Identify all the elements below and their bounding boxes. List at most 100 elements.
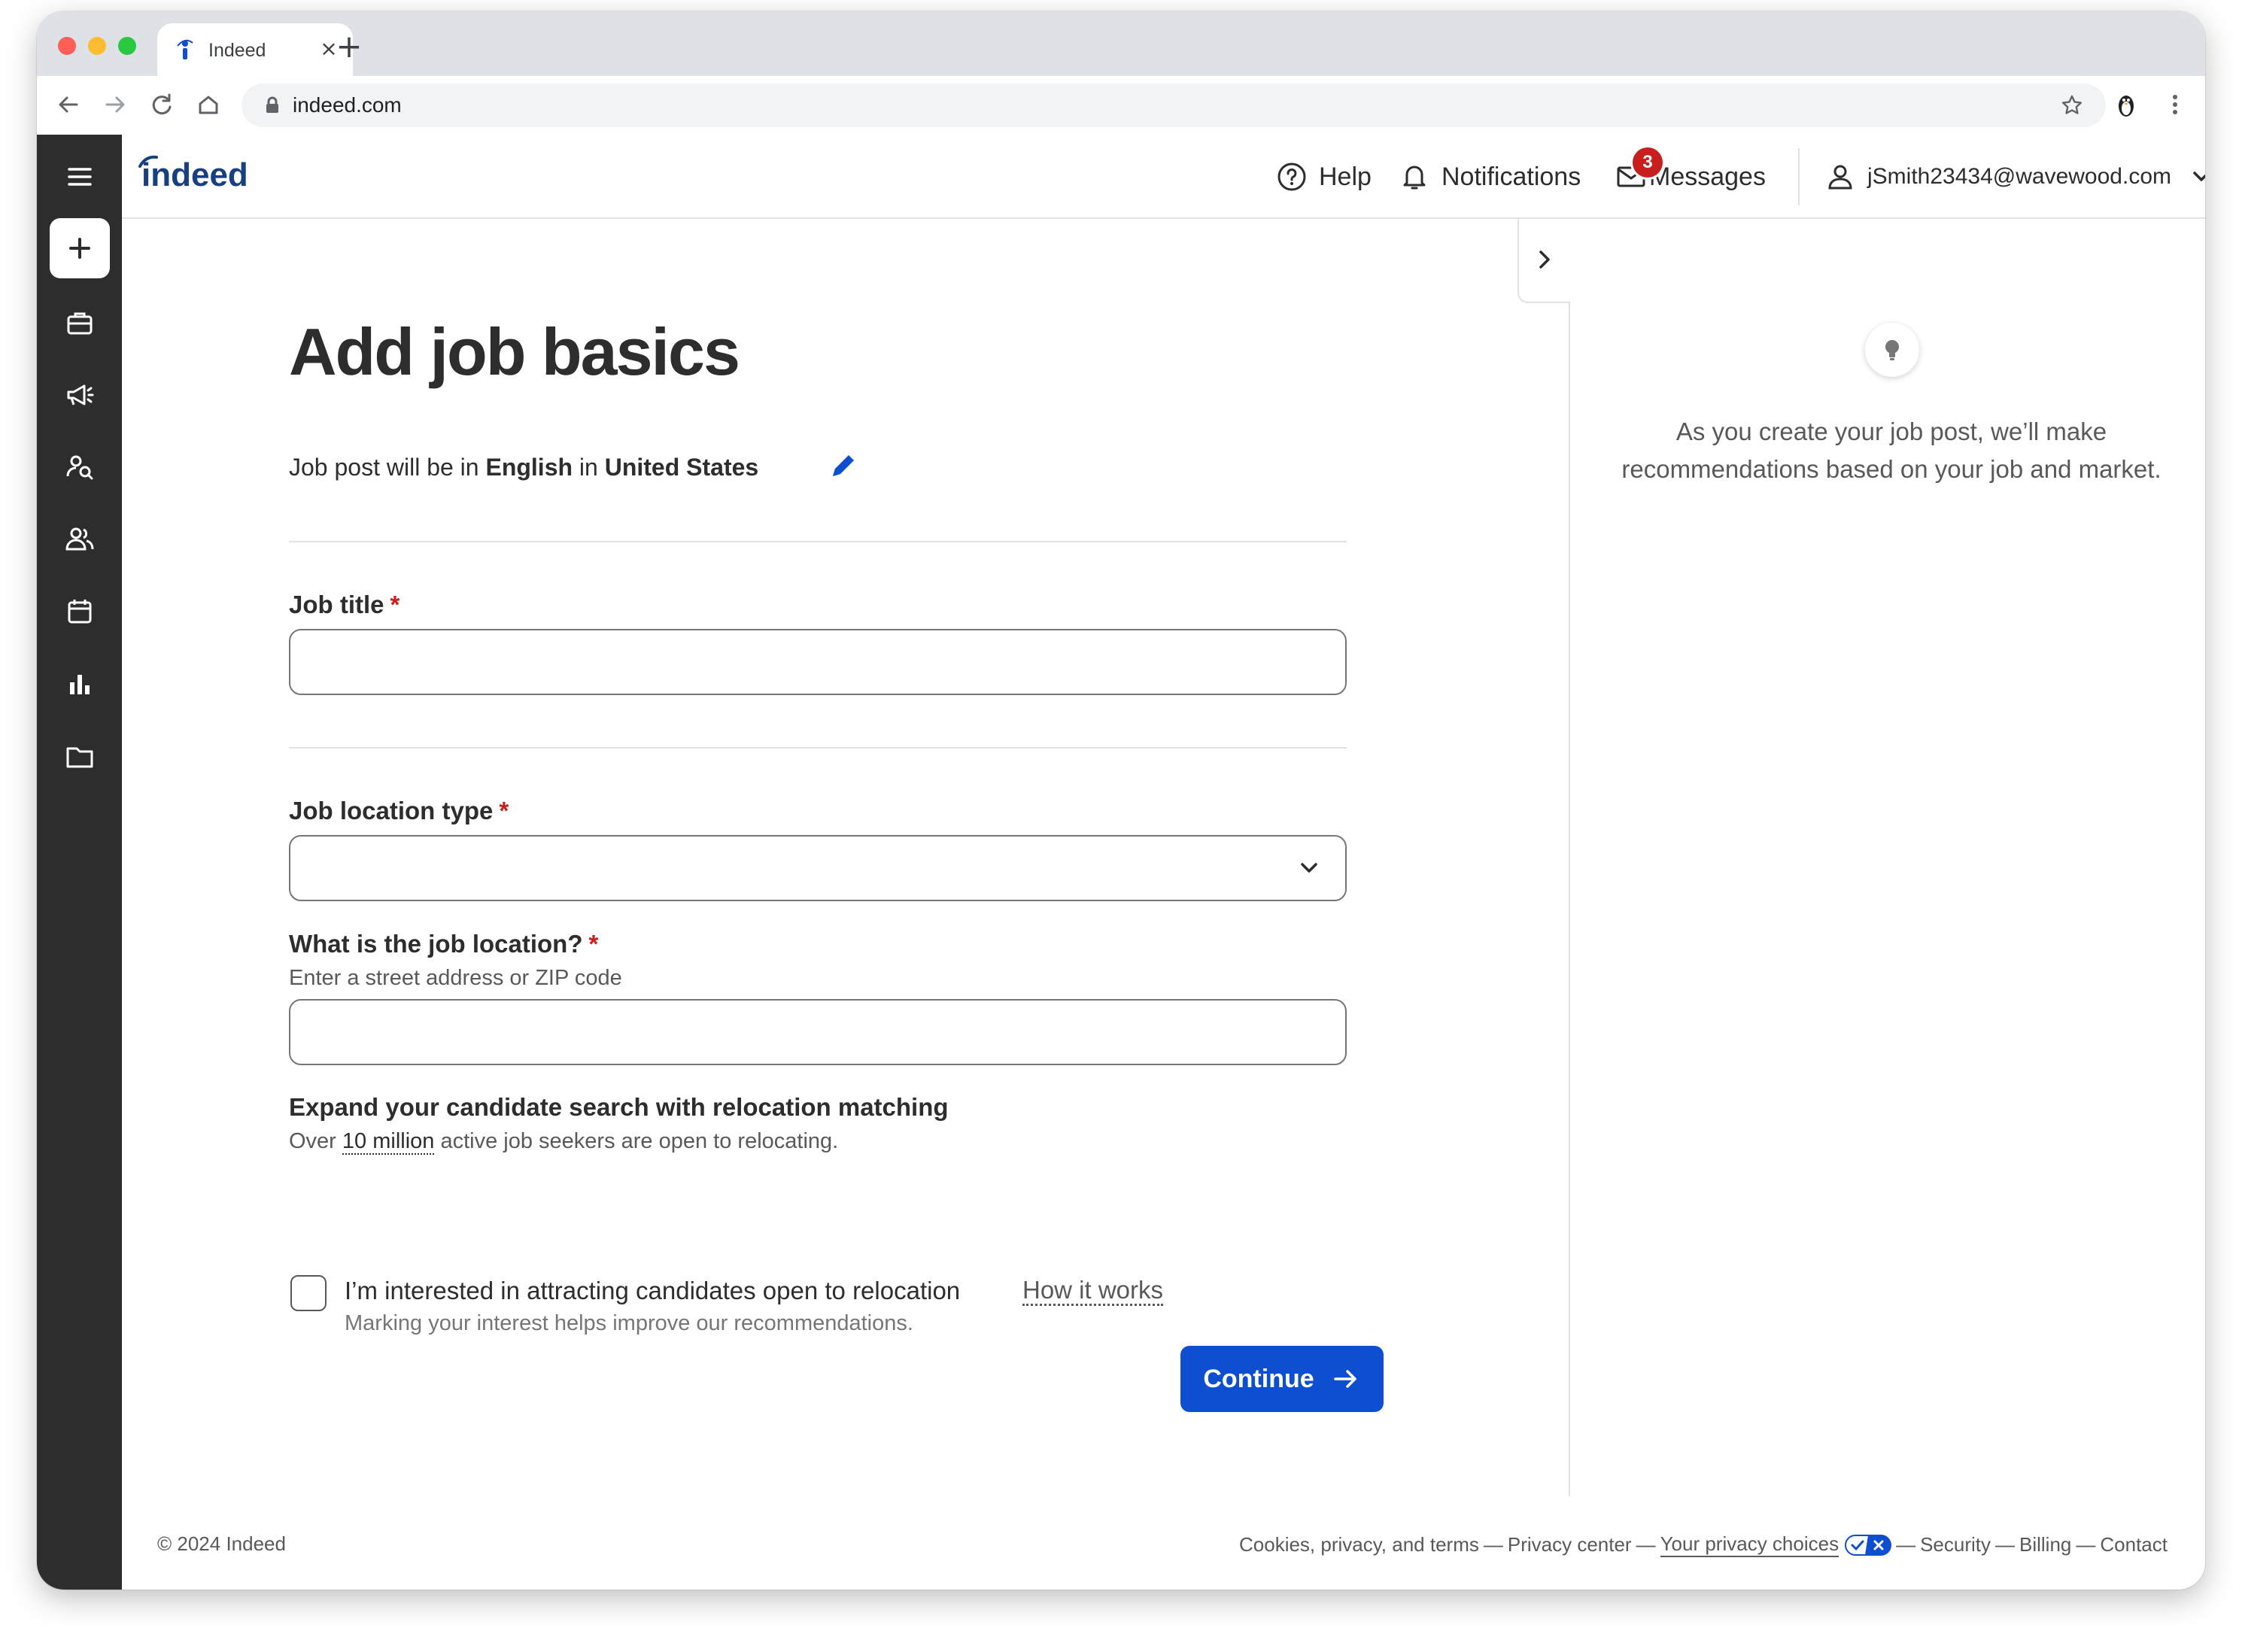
relocation-checkbox-label[interactable]: I’m interested in attracting candidates … bbox=[345, 1277, 960, 1305]
lang-prefix: Job post will be in bbox=[289, 454, 486, 481]
help-label: Help bbox=[1319, 162, 1372, 191]
lightbulb-badge bbox=[1865, 323, 1919, 377]
lock-icon bbox=[266, 96, 278, 113]
left-sidebar bbox=[37, 135, 122, 1590]
recommendations-text: As you create your job post, we’ll make … bbox=[1594, 413, 2189, 488]
job-title-input[interactable] bbox=[289, 629, 1347, 695]
lightbulb-icon bbox=[1885, 340, 1899, 360]
campaigns-megaphone-icon[interactable] bbox=[50, 365, 110, 425]
forward-icon[interactable] bbox=[99, 88, 132, 121]
minimize-window-button[interactable] bbox=[88, 37, 106, 55]
close-window-button[interactable] bbox=[58, 37, 76, 55]
job-location-label: What is the job location? * bbox=[289, 930, 599, 958]
language-country-line: Job post will be in English in United St… bbox=[289, 454, 758, 481]
user-icon bbox=[1828, 165, 1852, 190]
continue-button[interactable]: Continue bbox=[1180, 1346, 1384, 1412]
jobs-briefcase-icon[interactable] bbox=[50, 293, 110, 353]
browser-menu-icon[interactable] bbox=[2160, 90, 2190, 120]
chevron-down-icon bbox=[2193, 172, 2205, 181]
search-candidates-icon[interactable] bbox=[50, 437, 110, 497]
footer-separator: — bbox=[1896, 1533, 1916, 1556]
tab-strip: Indeed × + bbox=[37, 11, 2205, 76]
address-bar[interactable]: indeed.com bbox=[242, 84, 2106, 127]
footer-separator: — bbox=[2076, 1533, 2096, 1556]
rail-text-line1: As you create your job post, we’ll make bbox=[1675, 418, 2107, 445]
required-mark: * bbox=[499, 797, 509, 824]
relocation-description: Over 10 million active job seekers are o… bbox=[289, 1129, 839, 1155]
footer-separator: — bbox=[1995, 1533, 2016, 1556]
job-location-hint: Enter a street address or ZIP code bbox=[289, 966, 622, 990]
privacy-choices-toggle-icon bbox=[1845, 1534, 1892, 1556]
plus-icon bbox=[69, 238, 90, 259]
rail-text-line2: recommendations based on your job and ma… bbox=[1621, 455, 2161, 483]
how-it-works-link[interactable]: How it works bbox=[1022, 1277, 1164, 1306]
new-tab-button[interactable]: + bbox=[333, 31, 366, 65]
indeed-favicon-icon bbox=[177, 39, 193, 59]
copyright: © 2024 Indeed bbox=[157, 1532, 286, 1555]
candidates-people-icon[interactable] bbox=[50, 509, 110, 569]
account-menu[interactable]: jSmith23434@wavewood.com bbox=[1824, 160, 2205, 193]
messages-label: Messages bbox=[1649, 162, 1766, 191]
browser-tab[interactable]: Indeed × bbox=[157, 23, 353, 76]
svg-text:indeed: indeed bbox=[141, 156, 248, 193]
notifications-label: Notifications bbox=[1442, 162, 1581, 191]
arrow-right-icon bbox=[1333, 1370, 1356, 1388]
notifications-link[interactable]: Notifications bbox=[1398, 160, 1581, 193]
folder-icon[interactable] bbox=[50, 726, 110, 786]
create-job-button[interactable] bbox=[50, 218, 110, 278]
header-divider bbox=[1798, 148, 1800, 205]
browser-toolbar: indeed.com bbox=[37, 76, 2205, 136]
footer-link-security[interactable]: Security bbox=[1920, 1533, 1991, 1556]
footer-link-billing[interactable]: Billing bbox=[2019, 1533, 2071, 1556]
menu-icon[interactable] bbox=[50, 147, 110, 207]
footer-link-cookies[interactable]: Cookies, privacy, and terms bbox=[1239, 1533, 1479, 1556]
help-link[interactable]: Help bbox=[1275, 160, 1372, 193]
continue-label: Continue bbox=[1203, 1364, 1314, 1393]
job-title-label: Job title * bbox=[289, 591, 400, 618]
relocation-heading: Expand your candidate search with reloca… bbox=[289, 1093, 949, 1121]
analytics-bar-chart-icon[interactable] bbox=[50, 654, 110, 714]
footer-link-contact[interactable]: Contact bbox=[2100, 1533, 2168, 1556]
rail-divider bbox=[1569, 217, 1570, 1496]
relocation-checkbox-sublabel: Marking your interest helps improve our … bbox=[345, 1311, 913, 1335]
url-text: indeed.com bbox=[293, 93, 402, 117]
account-email: jSmith23434@wavewood.com bbox=[1867, 164, 2171, 189]
language-value: English bbox=[485, 454, 573, 481]
job-location-type-select[interactable] bbox=[289, 835, 1347, 901]
footer-link-privacy-choices[interactable]: Your privacy choices bbox=[1660, 1532, 1839, 1557]
footer-links: Cookies, privacy, and terms — Privacy ce… bbox=[1239, 1532, 2168, 1557]
chevron-right-icon bbox=[1539, 251, 1550, 269]
bell-icon bbox=[1403, 166, 1426, 190]
home-icon[interactable] bbox=[192, 88, 225, 121]
reload-icon[interactable] bbox=[145, 88, 178, 121]
page-title: Add job basics bbox=[289, 314, 740, 389]
page: indeed Help Notifications Messages 3 jSm… bbox=[37, 135, 2205, 1590]
calendar-icon[interactable] bbox=[50, 582, 110, 642]
maximize-window-button[interactable] bbox=[118, 37, 136, 55]
job-location-input[interactable] bbox=[289, 999, 1347, 1065]
back-icon[interactable] bbox=[52, 88, 85, 121]
top-header: indeed Help Notifications Messages 3 jSm… bbox=[122, 135, 2205, 219]
collapse-rail-button[interactable] bbox=[1517, 219, 1570, 303]
chevron-down-icon bbox=[1301, 863, 1317, 873]
messages-count-badge: 3 bbox=[1630, 145, 1665, 180]
job-location-type-label: Job location type * bbox=[289, 797, 509, 824]
job-basics-form: Add job basics Job post will be in Engli… bbox=[122, 219, 1606, 1498]
help-icon bbox=[1277, 162, 1306, 191]
divider bbox=[289, 747, 1347, 749]
edit-pencil-icon[interactable] bbox=[825, 448, 861, 484]
required-mark: * bbox=[390, 591, 400, 618]
divider bbox=[289, 541, 1347, 542]
relocation-checkbox[interactable] bbox=[290, 1275, 327, 1311]
browser-window: Indeed × + indeed.com indeed Help Notifi… bbox=[37, 11, 2205, 1590]
footer-link-privacy-center[interactable]: Privacy center bbox=[1508, 1533, 1632, 1556]
ten-million-tooltip[interactable]: 10 million bbox=[342, 1129, 435, 1155]
indeed-logo[interactable]: indeed bbox=[135, 151, 256, 196]
lang-mid: in bbox=[573, 454, 605, 481]
footer-separator: — bbox=[1636, 1533, 1656, 1556]
required-mark: * bbox=[588, 930, 599, 958]
bookmark-star-icon[interactable] bbox=[2059, 93, 2085, 118]
country-value: United States bbox=[604, 454, 759, 481]
tab-title: Indeed bbox=[208, 40, 266, 61]
extension-penguin-icon[interactable] bbox=[2111, 90, 2141, 120]
